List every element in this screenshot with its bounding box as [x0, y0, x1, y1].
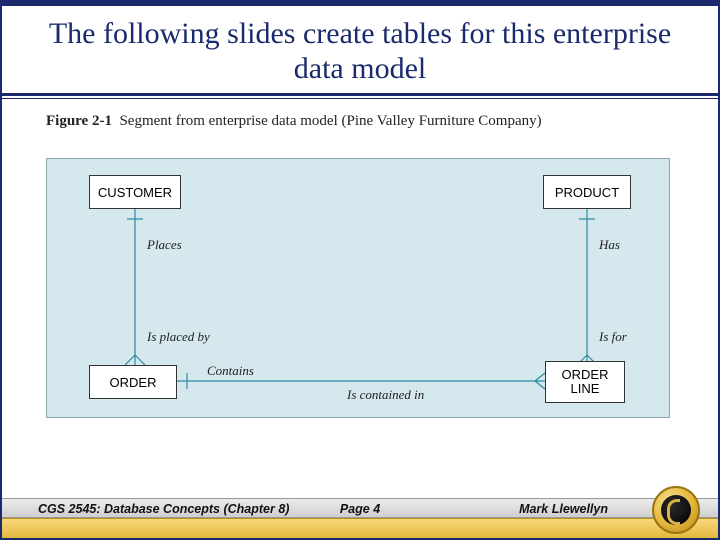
label-is-for: Is for [599, 329, 627, 345]
footer-gold-bar [2, 518, 718, 538]
ucf-logo [652, 486, 700, 534]
entity-order-line: ORDER LINE [545, 361, 625, 403]
label-contains: Contains [207, 363, 254, 379]
entity-product: PRODUCT [543, 175, 631, 209]
footer-author: Mark Llewellyn [519, 502, 608, 516]
figure-text: Segment from enterprise data model (Pine… [119, 113, 541, 129]
figure-caption: Figure 2-1 Segment from enterprise data … [2, 99, 718, 136]
label-has: Has [599, 237, 620, 253]
title-underline [2, 93, 718, 96]
footer-page: Page 4 [2, 502, 718, 516]
slide-title: The following slides create tables for t… [2, 6, 718, 93]
label-is-contained-in: Is contained in [347, 387, 424, 403]
slide: The following slides create tables for t… [0, 0, 720, 540]
er-diagram: CUSTOMER PRODUCT ORDER ORDER LINE Places… [46, 158, 670, 418]
label-is-placed-by: Is placed by [147, 329, 210, 345]
pegasus-icon [661, 495, 691, 525]
label-places: Places [147, 237, 182, 253]
entity-customer: CUSTOMER [89, 175, 181, 209]
slide-footer: CGS 2545: Database Concepts (Chapter 8) … [2, 498, 718, 538]
entity-order: ORDER [89, 365, 177, 399]
figure-label: Figure 2-1 [46, 113, 112, 129]
